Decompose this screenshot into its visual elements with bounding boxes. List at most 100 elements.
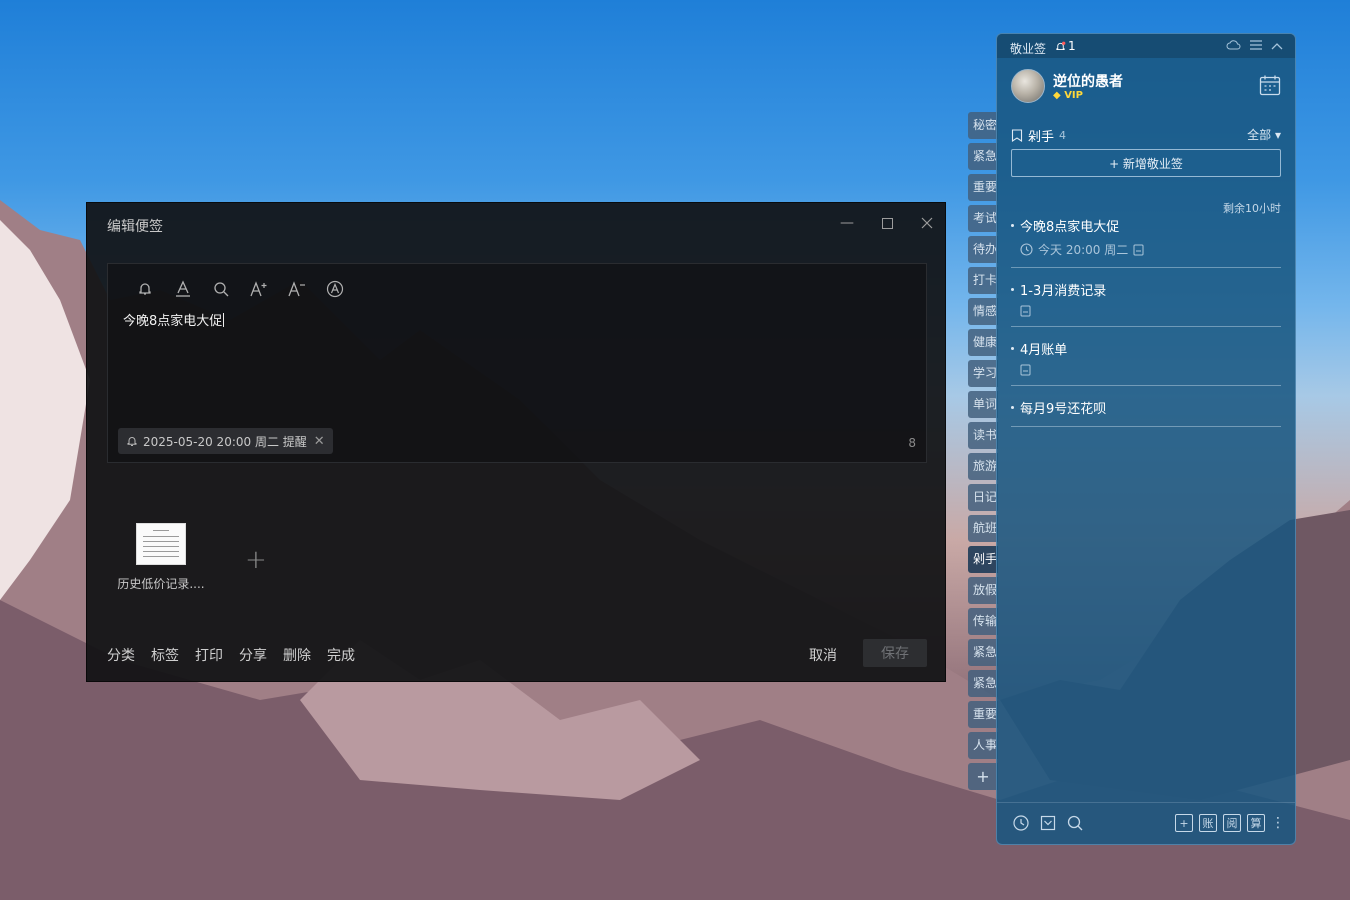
category-tab[interactable]: 紧急 [968,639,998,666]
bottom-right-tools: + 账 阅 算 ⋮ [1175,814,1285,832]
panel-top-controls [1226,39,1283,53]
notification-count: 1 [1068,39,1076,53]
category-tab[interactable]: 考试 [968,205,998,232]
bell-icon[interactable] [126,278,164,300]
category-tab[interactable]: 待办 [968,236,998,263]
filter-dropdown[interactable]: 全部 ▾ [1247,126,1281,143]
lock-icon [1020,305,1031,317]
category-tab[interactable]: 重要 [968,174,998,201]
done-button[interactable]: 完成 [327,645,355,665]
panel-titlebar: 敬业签 1 [997,34,1295,58]
more-icon[interactable]: ⋮ [1271,814,1285,832]
delete-button[interactable]: 删除 [283,645,311,665]
category-tab[interactable]: 打卡 [968,267,998,294]
note-meta [1011,364,1281,376]
search-icon[interactable] [202,278,240,300]
reading-button[interactable]: 阅 [1223,814,1241,832]
list-item[interactable]: 每月9号还花呗 [1011,398,1281,427]
add-attachment-icon[interactable]: + [245,545,267,575]
category-tab[interactable]: 传输 [968,608,998,635]
bottom-left-tools [1013,815,1083,835]
note-text[interactable]: 今晚8点家电大促 [123,310,225,329]
menu-icon[interactable] [1250,39,1262,53]
ledger-button[interactable]: 账 [1199,814,1217,832]
clock-icon[interactable] [1013,815,1029,835]
notification-badge[interactable]: 1 [1055,39,1076,53]
font-decrease-icon[interactable] [278,278,316,300]
edit-note-window: 编辑便签 — 今晚8点家电大促 2025-05-20 20:00 周二 提醒 ✕… [86,202,946,682]
sticky-notes-panel: 敬业签 1 逆位的愚者 ◆ VIP 剁手 4 全部 ▾ + 新增敬业签 剩余10… [996,33,1296,845]
note-time: 今天 20:00 周二 [1038,243,1129,257]
calendar-icon[interactable] [1259,74,1281,96]
vip-badge: ◆ VIP [1053,90,1083,101]
print-button[interactable]: 打印 [195,645,223,665]
close-icon[interactable] [915,211,939,235]
category-tabs: 秘密 紧急 重要 考试 待办 打卡 情感 健康 学习 单词 读书 旅游 日记 航… [968,112,998,794]
add-category-button[interactable]: + [968,763,998,790]
collapse-icon[interactable] [1271,39,1283,53]
maximize-icon[interactable] [875,211,899,235]
tag-button[interactable]: 标签 [151,645,179,665]
note-title: 今晚8点家电大促 [1011,216,1281,235]
category-tab[interactable]: 放假 [968,577,998,604]
attachment-name: 历史低价记录.... [117,577,205,591]
category-tab[interactable]: 紧急 [968,143,998,170]
save-button[interactable]: 保存 [863,639,927,667]
category-tab-active[interactable]: 剁手 [968,546,998,573]
format-toolbar [126,278,354,300]
font-increase-icon[interactable] [240,278,278,300]
note-title: 每月9号还花呗 [1011,398,1281,417]
group-count: 4 [1059,129,1067,142]
note-list: 今晚8点家电大促 今天 20:00 周二 1-3月消费记录 4月账单 每月9号还… [1011,216,1281,439]
category-tab[interactable]: 旅游 [968,453,998,480]
panel-bottom-bar: + 账 阅 算 ⋮ [997,802,1295,844]
category-tab[interactable]: 情感 [968,298,998,325]
remaining-time: 剩余10小时 [1223,202,1281,215]
clock-icon [1020,243,1033,256]
share-button[interactable]: 分享 [239,645,267,665]
category-tab[interactable]: 日记 [968,484,998,511]
category-tab[interactable]: 航班 [968,515,998,542]
calculator-button[interactable]: 算 [1247,814,1265,832]
window-title: 编辑便签 [107,219,163,235]
category-tab[interactable]: 重要 [968,701,998,728]
minimize-icon[interactable]: — [835,211,859,235]
category-tab[interactable]: 读书 [968,422,998,449]
avatar[interactable] [1011,69,1045,103]
note-title: 1-3月消费记录 [1011,280,1281,299]
app-name: 敬业签 [1010,42,1047,56]
reminder-text: 2025-05-20 20:00 周二 提醒 [143,434,307,449]
cloud-sync-icon[interactable] [1226,39,1241,53]
note-meta [1011,305,1281,317]
remove-reminder-icon[interactable]: ✕ [314,434,325,449]
category-tab[interactable]: 单词 [968,391,998,418]
font-color-icon[interactable] [164,278,202,300]
list-item[interactable]: 今晚8点家电大促 今天 20:00 周二 [1011,216,1281,268]
auto-format-icon[interactable] [316,278,354,300]
attachment-thumbnail [136,523,186,565]
archive-icon[interactable] [1040,815,1056,835]
attachment-item[interactable]: 历史低价记录.... [111,523,211,592]
username: 逆位的愚者 [1053,74,1123,90]
category-tab[interactable]: 学习 [968,360,998,387]
list-item[interactable]: 4月账单 [1011,339,1281,386]
chevron-down-icon: ▾ [1274,128,1281,142]
cancel-button[interactable]: 取消 [809,645,837,665]
group-name: 剁手 [1028,130,1055,145]
category-tab[interactable]: 健康 [968,329,998,356]
note-editor[interactable]: 今晚8点家电大促 2025-05-20 20:00 周二 提醒 ✕ 8 [107,263,927,463]
note-meta: 今天 20:00 周二 [1011,241,1281,258]
search-icon[interactable] [1067,815,1083,835]
add-icon[interactable]: + [1175,814,1193,832]
reminder-chip[interactable]: 2025-05-20 20:00 周二 提醒 ✕ [118,428,333,454]
new-note-button[interactable]: + 新增敬业签 [1011,149,1281,177]
category-tab[interactable]: 紧急 [968,670,998,697]
list-item[interactable]: 1-3月消费记录 [1011,280,1281,327]
lock-icon [1133,244,1144,255]
bell-icon [127,437,137,446]
bookmark-icon [1011,129,1023,142]
category-tab[interactable]: 秘密 [968,112,998,139]
category-button[interactable]: 分类 [107,645,135,665]
text-caret [223,313,225,327]
category-tab[interactable]: 人事 [968,732,998,759]
